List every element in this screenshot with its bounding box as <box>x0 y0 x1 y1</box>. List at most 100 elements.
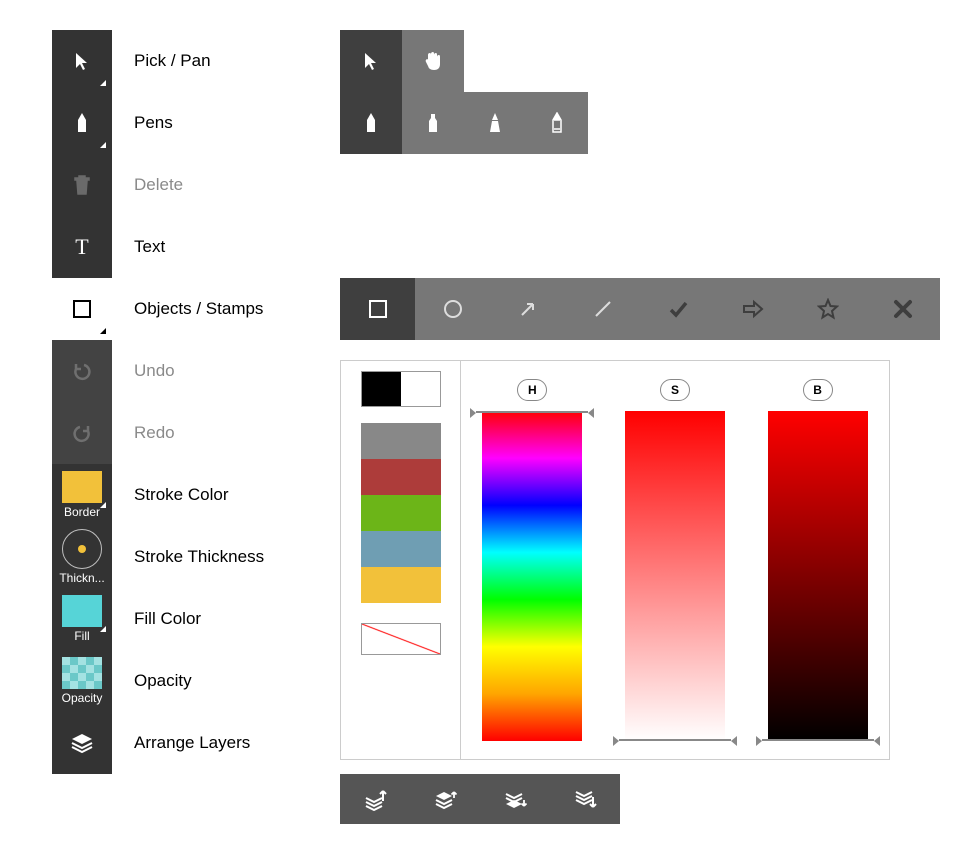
tool-redo-label: Redo <box>112 423 337 443</box>
hue-label: H <box>517 379 547 401</box>
saturation-slider[interactable] <box>625 411 725 741</box>
no-color[interactable] <box>361 623 441 655</box>
pen-sub-pencil[interactable] <box>526 92 588 154</box>
border-swatch <box>62 471 102 503</box>
pencil-icon <box>548 112 566 134</box>
tool-thickness[interactable]: Thickn... <box>52 526 112 588</box>
tool-redo <box>52 402 112 464</box>
tool-pens-label: Pens <box>112 113 337 133</box>
tool-arrange-label: Arrange Layers <box>112 733 337 753</box>
tool-opacity-label: Opacity <box>112 671 337 691</box>
expand-mark-icon <box>100 502 106 508</box>
tool-thickness-label: Stroke Thickness <box>112 547 337 567</box>
arrange-backward[interactable] <box>480 774 550 824</box>
saturation-label: S <box>660 379 690 401</box>
star-icon <box>817 298 839 320</box>
tool-border[interactable]: Border <box>52 464 112 526</box>
swatch-red[interactable] <box>361 459 441 495</box>
expand-mark-icon <box>100 626 106 632</box>
expand-mark-icon <box>100 328 106 334</box>
tool-delete-label: Delete <box>112 175 337 195</box>
swatch-gray[interactable] <box>361 423 441 459</box>
arrange-forward[interactable] <box>410 774 480 824</box>
pickpan-hand[interactable] <box>402 30 464 92</box>
x-icon <box>892 298 914 320</box>
tool-text[interactable]: T <box>52 216 112 278</box>
brightness-handle[interactable] <box>762 739 874 741</box>
fill-swatch <box>62 595 102 627</box>
opacity-checker-icon <box>62 657 102 689</box>
backward-icon <box>503 787 527 811</box>
shape-star[interactable] <box>790 278 865 340</box>
current-bg-swatch <box>401 372 440 406</box>
hue-slider[interactable] <box>482 411 582 741</box>
pickpan-pointer[interactable] <box>340 30 402 92</box>
color-panel: H S B <box>340 360 890 760</box>
arrange-to-front[interactable] <box>340 774 410 824</box>
hand-icon <box>422 50 444 72</box>
svg-text:T: T <box>75 236 89 258</box>
tool-pick-label: Pick / Pan <box>112 51 337 71</box>
tool-objects-label: Objects / Stamps <box>112 299 337 319</box>
saturation-handle[interactable] <box>619 739 731 741</box>
tool-border-label: Stroke Color <box>112 485 337 505</box>
tool-fill[interactable]: Fill <box>52 588 112 650</box>
border-caption: Border <box>64 505 100 519</box>
circle-icon <box>442 298 464 320</box>
color-left <box>341 361 461 759</box>
tool-undo-label: Undo <box>112 361 337 381</box>
fill-caption: Fill <box>74 629 89 643</box>
check-icon <box>667 298 689 320</box>
expand-mark-icon <box>100 80 106 86</box>
tool-arrange[interactable] <box>52 712 112 774</box>
pen-icon <box>72 112 92 134</box>
pen-icon <box>362 112 380 134</box>
swatch-green[interactable] <box>361 495 441 531</box>
thickness-caption: Thickn... <box>59 571 104 585</box>
expand-mark-icon <box>100 142 106 148</box>
shape-check[interactable] <box>640 278 715 340</box>
layers-icon <box>70 732 94 754</box>
arrow-ne-icon <box>517 298 539 320</box>
trash-icon <box>72 174 92 196</box>
shape-line[interactable] <box>565 278 640 340</box>
pen-sub-brush[interactable] <box>464 92 526 154</box>
tool-undo <box>52 340 112 402</box>
arrange-to-back[interactable] <box>550 774 620 824</box>
shape-arrow-ne[interactable] <box>490 278 565 340</box>
tool-opacity[interactable]: Opacity <box>52 650 112 712</box>
undo-icon <box>71 360 93 382</box>
pickpan-subgroup <box>340 30 464 92</box>
tool-objects[interactable] <box>52 278 112 340</box>
thickness-preview-icon <box>62 529 102 569</box>
to-front-icon <box>363 787 387 811</box>
color-right: H S B <box>461 361 889 759</box>
arrow-right-icon <box>741 298 765 320</box>
hue-handle[interactable] <box>476 411 588 413</box>
opacity-caption: Opacity <box>62 691 103 705</box>
pen-sub-pen[interactable] <box>340 92 402 154</box>
forward-icon <box>433 787 457 811</box>
marker-icon <box>424 112 442 134</box>
tool-delete <box>52 154 112 216</box>
swatch-yellow[interactable] <box>361 567 441 603</box>
pen-sub-marker[interactable] <box>402 92 464 154</box>
palette-swatches <box>361 423 441 603</box>
arrange-subgroup <box>340 774 620 824</box>
shape-circle[interactable] <box>415 278 490 340</box>
square-icon <box>367 298 389 320</box>
tool-fill-label: Fill Color <box>112 609 337 629</box>
tool-pens[interactable] <box>52 92 112 154</box>
redo-icon <box>71 422 93 444</box>
tool-pick[interactable] <box>52 30 112 92</box>
to-back-icon <box>573 787 597 811</box>
brightness-label: B <box>803 379 833 401</box>
shape-square[interactable] <box>340 278 415 340</box>
current-fg-swatch <box>362 372 401 406</box>
shape-x[interactable] <box>865 278 940 340</box>
brightness-slider[interactable] <box>768 411 868 741</box>
shape-arrow-right[interactable] <box>715 278 790 340</box>
current-color-sample[interactable] <box>361 371 441 407</box>
pointer-icon <box>72 51 92 71</box>
swatch-blue[interactable] <box>361 531 441 567</box>
